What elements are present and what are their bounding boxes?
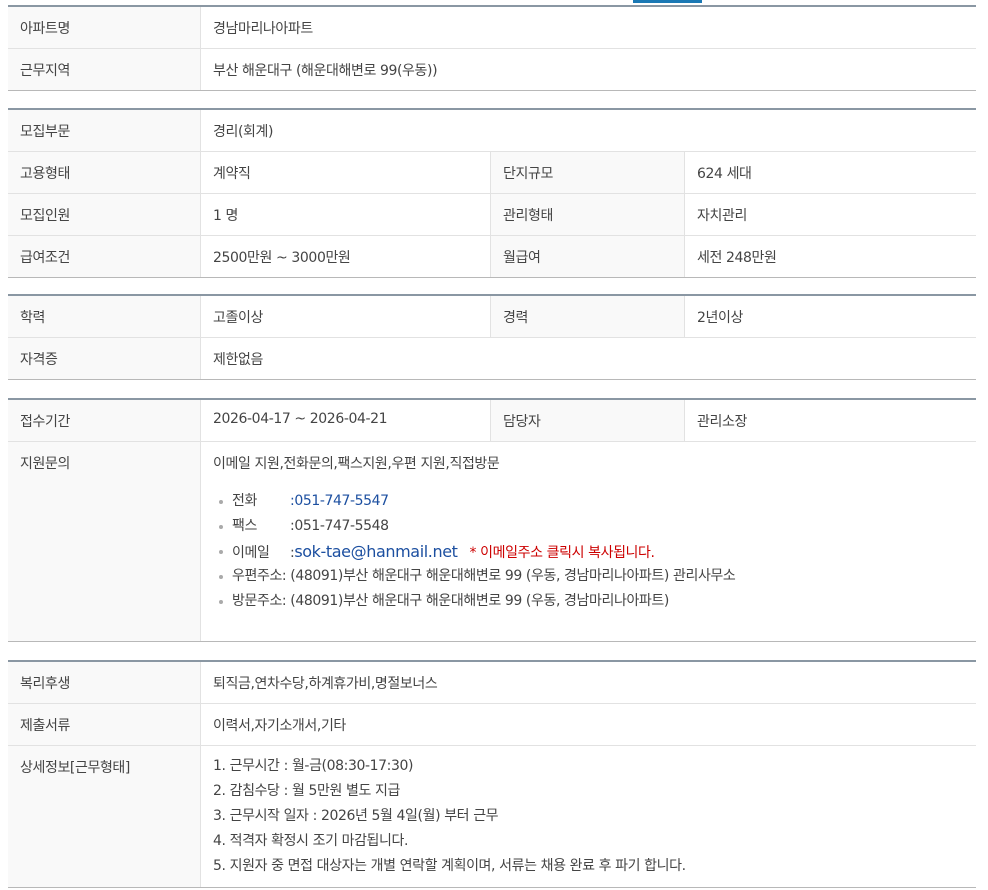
docs-value: 이력서,자기소개서,기타 <box>213 718 346 734</box>
cert-value: 제한없음 <box>213 352 263 368</box>
contact-email: 이메일:sok-tae@hanmail.net * 이메일주소 클릭시 복사됩니다… <box>217 539 976 564</box>
section-application: 접수기간 2026-04-17 ~ 2026-04-21 담당자 관리소장 지원… <box>8 398 976 642</box>
detail-line: 5. 지원자 중 면접 대상자는 개별 연락할 계획이며, 서류는 채용 완료 … <box>213 858 686 874</box>
welfare-label: 복리후생 <box>8 662 201 703</box>
dept-value: 경리(회계) <box>213 124 274 140</box>
active-tab-indicator <box>633 0 702 3</box>
apartment-value: 경남마리나아파트 <box>213 21 313 37</box>
complex-label: 단지규모 <box>491 152 685 193</box>
detail-line: 1. 근무시간 : 월-금(08:30-17:30) <box>213 758 414 774</box>
apply-label: 지원문의 <box>8 442 201 641</box>
manager-label: 담당자 <box>491 400 685 441</box>
location-value: 부산 해운대구 (해운대해변로 99(우동)) <box>213 63 438 79</box>
contact-list: 전화 :051-747-5547 팩스 :051-747-5548 이메일:sok-… <box>213 489 976 614</box>
location-label: 근무지역 <box>8 49 201 90</box>
section-details: 복리후생 퇴직금,연차수당,하계휴가비,명절보너스 제출서류 이력서,자기소개서… <box>8 660 976 888</box>
period-value: 2026-04-17 ~ 2026-04-21 <box>201 400 491 441</box>
detail-line: 2. 감침수당 : 월 5만원 별도 지급 <box>213 783 400 799</box>
row-location: 근무지역 부산 해운대구 (해운대해변로 99(우동)) <box>8 48 976 90</box>
fax-label: 팩스 <box>232 518 257 534</box>
phone-label: 전화 <box>232 493 257 509</box>
apply-methods: 이메일 지원,전화문의,팩스지원,우편 지원,직접방문 <box>213 456 500 472</box>
section-basic-info: 아파트명 경남마리나아파트 근무지역 부산 해운대구 (해운대해변로 99(우동… <box>8 5 976 91</box>
headcount-label: 모집인원 <box>8 194 201 235</box>
contact-phone: 전화 :051-747-5547 <box>217 489 976 514</box>
monthly-label: 월급여 <box>491 236 685 277</box>
salary-value: 2500만원 ~ 3000만원 <box>201 236 491 277</box>
mgmt-value: 자치관리 <box>697 208 747 224</box>
mgmt-label: 관리형태 <box>491 194 685 235</box>
postal-value: : (48091)부산 해운대구 해운대해변로 99 (우동, 경남마리나아파트… <box>281 568 736 584</box>
period-label: 접수기간 <box>8 400 201 441</box>
manager-value: 관리소장 <box>697 414 747 430</box>
phone-link[interactable]: :051-747-5547 <box>290 493 389 509</box>
career-value: 2년이상 <box>697 310 743 326</box>
visit-value: : (48091)부산 해운대구 해운대해변로 99 (우동, 경남마리나아파트… <box>281 593 669 609</box>
row-education: 학력 고졸이상 경력 2년이상 <box>8 296 976 337</box>
row-emp-type: 고용형태 계약직 단지규모 624 세대 <box>8 151 976 193</box>
monthly-value: 세전 248만원 <box>697 250 777 266</box>
apply-value-cell: 이메일 지원,전화문의,팩스지원,우편 지원,직접방문 전화 :051-747-5… <box>201 442 976 641</box>
emp-type-label: 고용형태 <box>8 152 201 193</box>
headcount-value: 1 명 <box>201 194 491 235</box>
email-link[interactable]: sok-tae@hanmail.net <box>294 542 458 561</box>
row-salary: 급여조건 2500만원 ~ 3000만원 월급여 세전 248만원 <box>8 235 976 277</box>
edu-value: 고졸이상 <box>201 296 491 337</box>
salary-label: 급여조건 <box>8 236 201 277</box>
contact-fax: 팩스 :051-747-5548 <box>217 514 976 539</box>
apartment-label: 아파트명 <box>8 7 201 48</box>
detail-line: 3. 근무시작 일자 : 2026년 5월 4일(월) 부터 근무 <box>213 808 499 824</box>
complex-value: 624 세대 <box>697 166 752 182</box>
row-apply: 지원문의 이메일 지원,전화문의,팩스지원,우편 지원,직접방문 전화 :051-… <box>8 441 976 641</box>
section-recruit-info: 모집부문 경리(회계) 고용형태 계약직 단지규모 624 세대 모집인원 1 … <box>8 108 976 278</box>
contact-postal: 우편주소: (48091)부산 해운대구 해운대해변로 99 (우동, 경남마리… <box>217 564 976 589</box>
row-apartment: 아파트명 경남마리나아파트 <box>8 7 976 48</box>
email-copy-notice: * 이메일주소 클릭시 복사됩니다. <box>469 545 655 561</box>
dept-label: 모집부문 <box>8 110 201 151</box>
row-docs: 제출서류 이력서,자기소개서,기타 <box>8 703 976 745</box>
docs-label: 제출서류 <box>8 704 201 745</box>
edu-label: 학력 <box>8 296 201 337</box>
postal-label: 우편주소 <box>232 568 282 584</box>
career-label: 경력 <box>491 296 685 337</box>
visit-label: 방문주소 <box>232 593 282 609</box>
row-period: 접수기간 2026-04-17 ~ 2026-04-21 담당자 관리소장 <box>8 400 976 441</box>
emp-type-value: 계약직 <box>201 152 491 193</box>
welfare-value: 퇴직금,연차수당,하계휴가비,명절보너스 <box>213 676 438 692</box>
row-detail: 상세정보[근무형태] 1. 근무시간 : 월-금(08:30-17:30) 2.… <box>8 745 976 887</box>
row-headcount: 모집인원 1 명 관리형태 자치관리 <box>8 193 976 235</box>
detail-label: 상세정보[근무형태] <box>8 746 201 887</box>
detail-line: 4. 적격자 확정시 조기 마감됩니다. <box>213 833 409 849</box>
row-dept: 모집부문 경리(회계) <box>8 110 976 151</box>
fax-value: :051-747-5548 <box>290 518 389 534</box>
cert-label: 자격증 <box>8 338 201 379</box>
row-welfare: 복리후생 퇴직금,연차수당,하계휴가비,명절보너스 <box>8 662 976 703</box>
section-qualification: 학력 고졸이상 경력 2년이상 자격증 제한없음 <box>8 294 976 380</box>
contact-visit: 방문주소: (48091)부산 해운대구 해운대해변로 99 (우동, 경남마리… <box>217 589 976 614</box>
detail-value-cell: 1. 근무시간 : 월-금(08:30-17:30) 2. 감침수당 : 월 5… <box>201 746 976 887</box>
row-cert: 자격증 제한없음 <box>8 337 976 379</box>
email-label: 이메일 <box>232 545 270 561</box>
